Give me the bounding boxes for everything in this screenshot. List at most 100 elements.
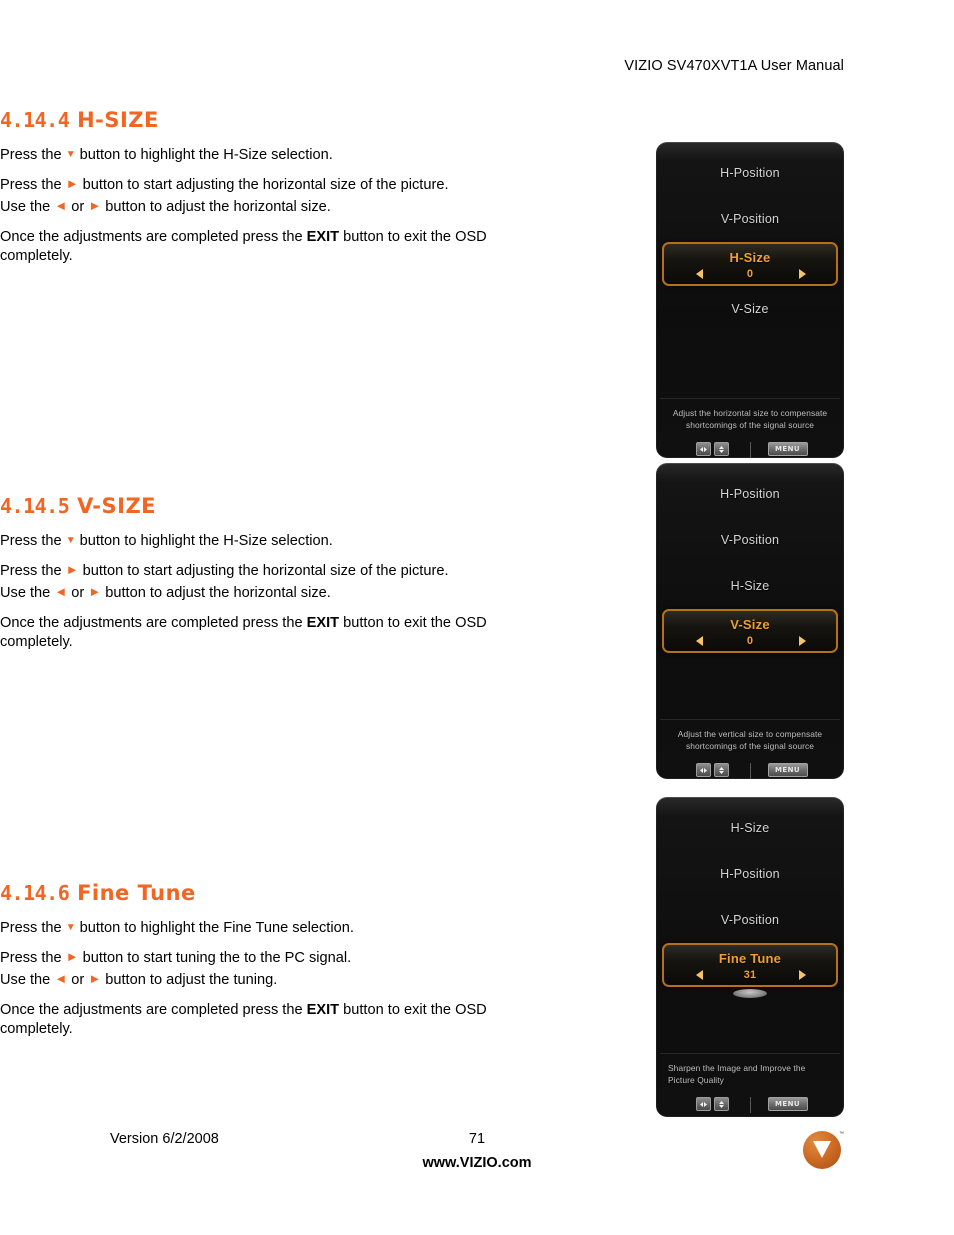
paragraph-adjust: Use the ◄ or ► button to adjust the tuni… xyxy=(0,971,545,990)
paragraph-text-post: button to start adjusting the horizontal… xyxy=(78,562,449,579)
paragraph-text-post: button to start adjusting the horizontal… xyxy=(78,176,449,193)
left-right-arrows-key-icon[interactable] xyxy=(696,1097,711,1112)
paragraph-text-pre: Use the xyxy=(0,584,55,601)
menu-key-icon[interactable]: MENU xyxy=(767,763,808,778)
osd-value-row: 0 xyxy=(664,631,836,647)
osd-value-row: 0 xyxy=(664,264,836,280)
osd-back-icons: MENU xyxy=(767,1097,808,1112)
paragraph-text-pre: Press the xyxy=(0,949,66,966)
section-number: 4.14.6 xyxy=(0,881,70,905)
arrow-left-icon: ◄ xyxy=(54,583,68,599)
exit-button-label: EXIT xyxy=(306,228,340,245)
arrow-right-icon: ► xyxy=(65,175,79,191)
osd-menu-list: H-Position V-Position H-Size V-Size 0 xyxy=(656,463,844,719)
paragraph-highlight: Press the ▼ button to highlight the H-Si… xyxy=(0,146,545,165)
osd-menu-item-v-position[interactable]: V-Position xyxy=(656,196,844,242)
section-title: H-SIZE xyxy=(77,108,159,132)
osd-menu-item-h-size[interactable]: H-Size xyxy=(656,563,844,609)
paragraph-text-mid: or xyxy=(67,198,89,215)
arrow-right-icon: ► xyxy=(88,583,102,599)
osd-menu-item-v-size[interactable]: V-Size xyxy=(656,286,844,332)
paragraph-text-pre: Once the adjustments are completed press… xyxy=(0,1001,307,1018)
paragraph-highlight: Press the ▼ button to highlight the H-Si… xyxy=(0,532,545,551)
menu-key-icon[interactable]: MENU xyxy=(767,1097,808,1112)
osd-menu-item-h-position[interactable]: H-Position xyxy=(656,150,844,196)
arrow-right-icon[interactable] xyxy=(799,970,806,980)
osd-back-group: MENU Back xyxy=(757,1097,819,1117)
osd-menu-item-h-size-selected[interactable]: H-Size 0 xyxy=(662,242,838,286)
paragraph-text-post: button to highlight the H-Size selection… xyxy=(75,533,333,549)
osd-back-group: MENU Back xyxy=(757,442,819,458)
up-down-arrows-key-icon[interactable] xyxy=(714,442,729,457)
arrow-left-icon[interactable] xyxy=(696,970,703,980)
osd-menu-item-v-position[interactable]: V-Position xyxy=(656,517,844,563)
osd-slider-area xyxy=(656,987,844,1003)
osd-spacer xyxy=(656,1003,844,1053)
arrow-left-icon[interactable] xyxy=(696,636,703,646)
paragraph-start-adjust: Press the ► button to start adjusting th… xyxy=(0,562,545,581)
arrow-right-icon[interactable] xyxy=(799,636,806,646)
section-fine-tune: 4.14.6 Fine Tune Press the ▼ button to h… xyxy=(0,881,545,1039)
osd-selected-value: 31 xyxy=(743,969,757,981)
arrow-left-icon[interactable] xyxy=(696,269,703,279)
osd-footer: Select MENU Back xyxy=(656,752,844,779)
osd-menu-item-h-position[interactable]: H-Position xyxy=(656,851,844,897)
osd-select-group: Select xyxy=(682,1097,744,1117)
osd-footer-divider xyxy=(749,1097,751,1114)
arrow-down-icon: ▼ xyxy=(65,922,76,933)
paragraph-text-post: button to highlight the Fine Tune select… xyxy=(75,920,354,936)
osd-selected-label: Fine Tune xyxy=(718,951,782,966)
osd-back-label: Back xyxy=(777,1116,797,1117)
arrow-right-icon: ► xyxy=(88,197,102,213)
arrow-right-icon: ► xyxy=(65,561,79,577)
osd-menu-item-v-position[interactable]: V-Position xyxy=(656,897,844,943)
trademark-symbol: ™ xyxy=(839,1131,844,1137)
osd-footer-divider xyxy=(749,442,751,458)
osd-menu-item-fine-tune-selected[interactable]: Fine Tune 31 xyxy=(662,943,838,987)
osd-spacer xyxy=(656,332,844,398)
paragraph-text-pre: Press the xyxy=(0,920,66,936)
menu-key-icon[interactable]: MENU xyxy=(767,442,808,457)
arrow-down-icon: ▼ xyxy=(65,535,76,546)
paragraph-text-mid: or xyxy=(67,584,89,601)
section-heading: 4.14.4 H-SIZE xyxy=(0,108,545,132)
osd-menu-item-v-size-selected[interactable]: V-Size 0 xyxy=(662,609,838,653)
osd-value-row: 31 xyxy=(664,965,836,981)
paragraph-text-mid: or xyxy=(67,971,89,988)
arrow-right-icon: ► xyxy=(88,970,102,986)
arrow-right-icon: ► xyxy=(65,948,79,964)
osd-select-icons xyxy=(696,442,729,457)
osd-selected-label: V-Size xyxy=(730,617,770,632)
section-v-size: 4.14.5 V-SIZE Press the ▼ button to high… xyxy=(0,494,545,652)
osd-menu-list: H-Size H-Position V-Position Fine Tune 3… xyxy=(656,797,844,1053)
osd-help-text: Adjust the horizontal size to compensate… xyxy=(672,408,828,430)
section-h-size: 4.14.4 H-SIZE Press the ▼ button to high… xyxy=(0,108,545,266)
slider-thumb[interactable] xyxy=(733,989,767,998)
arrow-left-icon: ◄ xyxy=(54,197,68,213)
osd-back-icons: MENU xyxy=(767,442,808,457)
section-number: 4.14.5 xyxy=(0,494,70,518)
paragraph-adjust: Use the ◄ or ► button to adjust the hori… xyxy=(0,198,545,217)
paragraph-text-pre: Once the adjustments are completed press… xyxy=(0,614,307,631)
arrow-right-icon[interactable] xyxy=(799,269,806,279)
osd-menu-item-h-position[interactable]: H-Position xyxy=(656,471,844,517)
up-down-arrows-key-icon[interactable] xyxy=(714,763,729,778)
osd-footer: Select MENU Back xyxy=(656,1086,844,1117)
section-heading: 4.14.6 Fine Tune xyxy=(0,881,545,905)
osd-selected-label: H-Size xyxy=(729,250,771,265)
paragraph-text-pre: Use the xyxy=(0,198,55,215)
paragraph-adjust: Use the ◄ or ► button to adjust the hori… xyxy=(0,584,545,603)
paragraph-text-post: button to adjust the tuning. xyxy=(101,971,278,988)
paragraph-exit: Once the adjustments are completed press… xyxy=(0,228,545,266)
osd-panel-h-size: H-Position V-Position H-Size 0 V-Size Ad… xyxy=(656,142,844,458)
arrow-left-icon: ◄ xyxy=(54,970,68,986)
left-right-arrows-key-icon[interactable] xyxy=(696,442,711,457)
paragraph-text-pre: Once the adjustments are completed press… xyxy=(0,228,307,245)
up-down-arrows-key-icon[interactable] xyxy=(714,1097,729,1112)
left-right-arrows-key-icon[interactable] xyxy=(696,763,711,778)
osd-back-icons: MENU xyxy=(767,763,808,778)
osd-panel-fine-tune: H-Size H-Position V-Position Fine Tune 3… xyxy=(656,797,844,1117)
osd-menu-item-h-size[interactable]: H-Size xyxy=(656,805,844,851)
section-title: Fine Tune xyxy=(77,881,196,905)
osd-back-group: MENU Back xyxy=(757,763,819,779)
